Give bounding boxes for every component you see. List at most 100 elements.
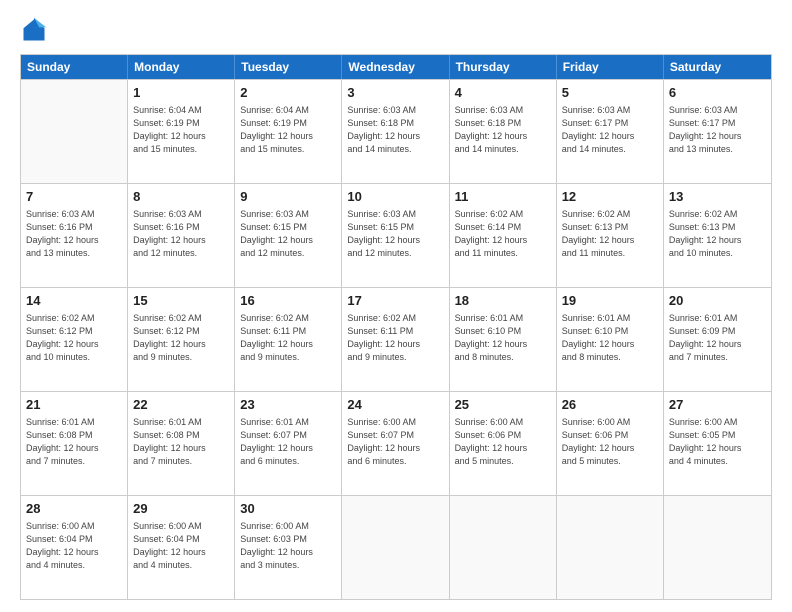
day-number: 11 — [455, 188, 551, 206]
cell-text: Sunrise: 6:01 AMSunset: 6:08 PMDaylight:… — [26, 416, 122, 468]
calendar-cell: 26 Sunrise: 6:00 AMSunset: 6:06 PMDayligh… — [557, 392, 664, 495]
calendar-row-2: 14 Sunrise: 6:02 AMSunset: 6:12 PMDayligh… — [21, 287, 771, 391]
calendar-cell: 18 Sunrise: 6:01 AMSunset: 6:10 PMDayligh… — [450, 288, 557, 391]
header-day-monday: Monday — [128, 55, 235, 79]
calendar-cell: 30Sunrise: 6:00 AMSunset: 6:03 PMDayligh… — [235, 496, 342, 599]
cell-text: Sunrise: 6:01 AMSunset: 6:07 PMDaylight:… — [240, 416, 336, 468]
day-number: 1 — [133, 84, 229, 102]
header — [20, 16, 772, 44]
calendar-row-4: 28Sunrise: 6:00 AMSunset: 6:04 PMDayligh… — [21, 495, 771, 599]
day-number: 25 — [455, 396, 551, 414]
cell-text: Sunrise: 6:02 AMSunset: 6:11 PMDaylight:… — [240, 312, 336, 364]
calendar-cell: 2 Sunrise: 6:04 AMSunset: 6:19 PMDaylight… — [235, 80, 342, 183]
calendar-cell: 28Sunrise: 6:00 AMSunset: 6:04 PMDayligh… — [21, 496, 128, 599]
day-number: 4 — [455, 84, 551, 102]
cell-text: Sunrise: 6:00 AMSunset: 6:05 PMDaylight:… — [669, 416, 766, 468]
logo — [20, 16, 52, 44]
cell-text: Sunrise: 6:00 AMSunset: 6:03 PMDaylight:… — [240, 520, 336, 572]
cell-text: Sunrise: 6:02 AMSunset: 6:12 PMDaylight:… — [26, 312, 122, 364]
day-number: 2 — [240, 84, 336, 102]
cell-text: Sunrise: 6:00 AMSunset: 6:06 PMDaylight:… — [562, 416, 658, 468]
calendar-row-3: 21 Sunrise: 6:01 AMSunset: 6:08 PMDayligh… — [21, 391, 771, 495]
calendar-row-0: 1 Sunrise: 6:04 AMSunset: 6:19 PMDaylight… — [21, 79, 771, 183]
cell-text: Sunrise: 6:00 AMSunset: 6:04 PMDaylight:… — [133, 520, 229, 572]
calendar-cell: 22 Sunrise: 6:01 AMSunset: 6:08 PMDayligh… — [128, 392, 235, 495]
calendar-cell: 7 Sunrise: 6:03 AMSunset: 6:16 PMDaylight… — [21, 184, 128, 287]
calendar-cell: 24Sunrise: 6:00 AMSunset: 6:07 PMDayligh… — [342, 392, 449, 495]
header-day-tuesday: Tuesday — [235, 55, 342, 79]
day-number: 15 — [133, 292, 229, 310]
day-number: 20 — [669, 292, 766, 310]
day-number: 8 — [133, 188, 229, 206]
calendar-header: SundayMondayTuesdayWednesdayThursdayFrid… — [21, 55, 771, 79]
day-number: 14 — [26, 292, 122, 310]
calendar-cell: 29 Sunrise: 6:00 AMSunset: 6:04 PMDayligh… — [128, 496, 235, 599]
day-number: 29 — [133, 500, 229, 518]
cell-text: Sunrise: 6:03 AMSunset: 6:17 PMDaylight:… — [669, 104, 766, 156]
calendar-cell: 16 Sunrise: 6:02 AMSunset: 6:11 PMDayligh… — [235, 288, 342, 391]
calendar-cell: 21 Sunrise: 6:01 AMSunset: 6:08 PMDayligh… — [21, 392, 128, 495]
day-number: 7 — [26, 188, 122, 206]
day-number: 16 — [240, 292, 336, 310]
cell-text: Sunrise: 6:03 AMSunset: 6:16 PMDaylight:… — [133, 208, 229, 260]
day-number: 10 — [347, 188, 443, 206]
cell-text: Sunrise: 6:01 AMSunset: 6:10 PMDaylight:… — [455, 312, 551, 364]
cell-text: Sunrise: 6:01 AMSunset: 6:10 PMDaylight:… — [562, 312, 658, 364]
calendar-cell: 3 Sunrise: 6:03 AMSunset: 6:18 PMDaylight… — [342, 80, 449, 183]
cell-text: Sunrise: 6:01 AMSunset: 6:08 PMDaylight:… — [133, 416, 229, 468]
cell-text: Sunrise: 6:00 AMSunset: 6:04 PMDaylight:… — [26, 520, 122, 572]
calendar-cell: 27Sunrise: 6:00 AMSunset: 6:05 PMDayligh… — [664, 392, 771, 495]
header-day-saturday: Saturday — [664, 55, 771, 79]
calendar-cell: 10 Sunrise: 6:03 AMSunset: 6:15 PMDayligh… — [342, 184, 449, 287]
calendar-body: 1 Sunrise: 6:04 AMSunset: 6:19 PMDaylight… — [21, 79, 771, 599]
calendar-cell: 25 Sunrise: 6:00 AMSunset: 6:06 PMDayligh… — [450, 392, 557, 495]
calendar-cell: 17 Sunrise: 6:02 AMSunset: 6:11 PMDayligh… — [342, 288, 449, 391]
header-day-wednesday: Wednesday — [342, 55, 449, 79]
day-number: 9 — [240, 188, 336, 206]
cell-text: Sunrise: 6:00 AMSunset: 6:07 PMDaylight:… — [347, 416, 443, 468]
day-number: 26 — [562, 396, 658, 414]
day-number: 18 — [455, 292, 551, 310]
day-number: 17 — [347, 292, 443, 310]
calendar-cell: 19 Sunrise: 6:01 AMSunset: 6:10 PMDayligh… — [557, 288, 664, 391]
calendar-row-1: 7 Sunrise: 6:03 AMSunset: 6:16 PMDaylight… — [21, 183, 771, 287]
calendar-cell: 1 Sunrise: 6:04 AMSunset: 6:19 PMDaylight… — [128, 80, 235, 183]
day-number: 3 — [347, 84, 443, 102]
calendar-cell — [21, 80, 128, 183]
cell-text: Sunrise: 6:02 AMSunset: 6:12 PMDaylight:… — [133, 312, 229, 364]
cell-text: Sunrise: 6:03 AMSunset: 6:16 PMDaylight:… — [26, 208, 122, 260]
calendar-cell: 5 Sunrise: 6:03 AMSunset: 6:17 PMDaylight… — [557, 80, 664, 183]
header-day-friday: Friday — [557, 55, 664, 79]
day-number: 12 — [562, 188, 658, 206]
cell-text: Sunrise: 6:04 AMSunset: 6:19 PMDaylight:… — [133, 104, 229, 156]
page: SundayMondayTuesdayWednesdayThursdayFrid… — [0, 0, 792, 612]
calendar-cell: 9Sunrise: 6:03 AMSunset: 6:15 PMDaylight… — [235, 184, 342, 287]
logo-icon — [20, 16, 48, 44]
day-number: 6 — [669, 84, 766, 102]
header-day-sunday: Sunday — [21, 55, 128, 79]
calendar-cell: 12 Sunrise: 6:02 AMSunset: 6:13 PMDayligh… — [557, 184, 664, 287]
day-number: 21 — [26, 396, 122, 414]
day-number: 19 — [562, 292, 658, 310]
cell-text: Sunrise: 6:01 AMSunset: 6:09 PMDaylight:… — [669, 312, 766, 364]
day-number: 22 — [133, 396, 229, 414]
calendar-cell: 23 Sunrise: 6:01 AMSunset: 6:07 PMDayligh… — [235, 392, 342, 495]
calendar-cell: 6 Sunrise: 6:03 AMSunset: 6:17 PMDaylight… — [664, 80, 771, 183]
cell-text: Sunrise: 6:03 AMSunset: 6:18 PMDaylight:… — [347, 104, 443, 156]
day-number: 23 — [240, 396, 336, 414]
calendar-cell: 11Sunrise: 6:02 AMSunset: 6:14 PMDayligh… — [450, 184, 557, 287]
calendar-cell: 8 Sunrise: 6:03 AMSunset: 6:16 PMDaylight… — [128, 184, 235, 287]
cell-text: Sunrise: 6:03 AMSunset: 6:17 PMDaylight:… — [562, 104, 658, 156]
cell-text: Sunrise: 6:02 AMSunset: 6:11 PMDaylight:… — [347, 312, 443, 364]
cell-text: Sunrise: 6:00 AMSunset: 6:06 PMDaylight:… — [455, 416, 551, 468]
calendar-cell: 14 Sunrise: 6:02 AMSunset: 6:12 PMDayligh… — [21, 288, 128, 391]
header-day-thursday: Thursday — [450, 55, 557, 79]
calendar-cell: 4Sunrise: 6:03 AMSunset: 6:18 PMDaylight… — [450, 80, 557, 183]
calendar-cell — [664, 496, 771, 599]
cell-text: Sunrise: 6:03 AMSunset: 6:15 PMDaylight:… — [347, 208, 443, 260]
calendar-cell — [557, 496, 664, 599]
day-number: 5 — [562, 84, 658, 102]
calendar-cell: 13Sunrise: 6:02 AMSunset: 6:13 PMDayligh… — [664, 184, 771, 287]
cell-text: Sunrise: 6:02 AMSunset: 6:13 PMDaylight:… — [562, 208, 658, 260]
cell-text: Sunrise: 6:04 AMSunset: 6:19 PMDaylight:… — [240, 104, 336, 156]
